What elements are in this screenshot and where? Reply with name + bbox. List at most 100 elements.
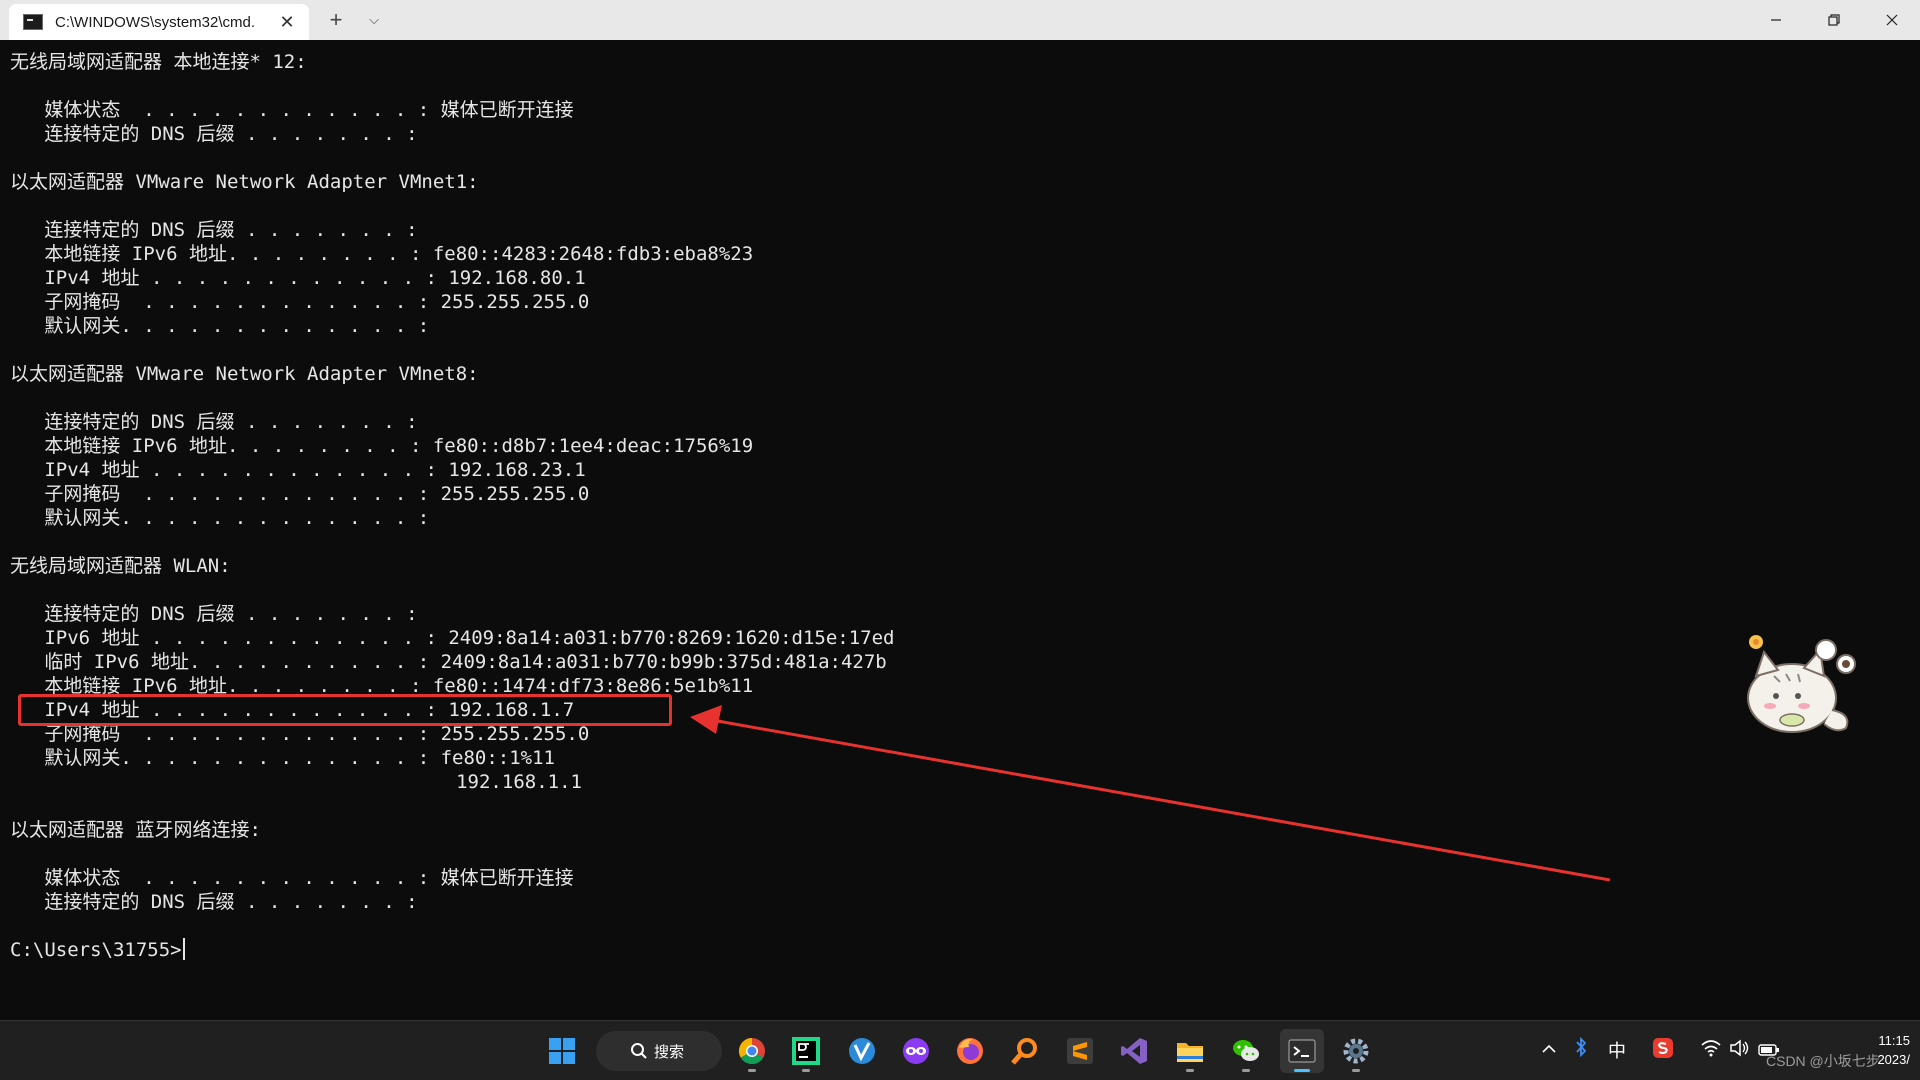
minimize-icon — [1771, 19, 1781, 21]
console-line: 默认网关. . . . . . . . . . . . . : — [10, 507, 430, 529]
start-button[interactable] — [540, 1029, 584, 1073]
text-cursor — [182, 938, 185, 960]
taskbar-app-wechat[interactable] — [1224, 1029, 1268, 1073]
console-line: 临时 IPv6 地址. . . . . . . . . . : 2409:8a1… — [10, 651, 887, 673]
search-icon — [631, 1043, 647, 1059]
console-line: 本地链接 IPv6 地址. . . . . . . . : fe80::4283… — [10, 243, 754, 265]
tray-sogou[interactable] — [1650, 1037, 1676, 1065]
volume-icon — [1730, 1039, 1749, 1057]
console-line: 默认网关. . . . . . . . . . . . . : — [10, 315, 430, 337]
console-line: 以太网适配器 蓝牙网络连接: — [10, 819, 261, 841]
tab-title: C:\WINDOWS\system32\cmd. — [55, 14, 256, 31]
running-indicator — [1242, 1069, 1250, 1072]
wechat-icon — [1233, 1040, 1259, 1061]
minimize-button[interactable] — [1748, 0, 1804, 40]
search-label: 搜索 — [654, 1044, 685, 1061]
console-line: 连接特定的 DNS 后缀 . . . . . . . : — [10, 123, 418, 145]
vscode-alt-icon — [849, 1038, 875, 1064]
console-line: 无线局域网适配器 WLAN: — [10, 555, 231, 577]
taskbar-app-settings[interactable] — [1334, 1029, 1378, 1073]
taskbar-app-visual-studio[interactable] — [1112, 1029, 1156, 1073]
running-indicator — [748, 1069, 756, 1072]
taskbar-search[interactable]: 搜索 — [596, 1031, 722, 1071]
close-button[interactable] — [1864, 0, 1920, 40]
title-bar: C:\WINDOWS\system32\cmd. ✕ + ⌵ — [0, 0, 1920, 40]
console-line: 媒体状态 . . . . . . . . . . . . : 媒体已断开连接 — [10, 99, 574, 121]
cmd-icon — [23, 14, 43, 30]
console-line: 媒体状态 . . . . . . . . . . . . : 媒体已断开连接 — [10, 867, 574, 889]
taskbar-app-sublime[interactable] — [1058, 1029, 1102, 1073]
sogou-ime-icon — [1653, 1038, 1673, 1058]
tray-ime[interactable]: 中 — [1604, 1037, 1630, 1065]
bluetooth-icon — [1576, 1036, 1587, 1058]
console-line: IPv4 地址 . . . . . . . . . . . . : 192.16… — [10, 267, 586, 289]
console-line: 连接特定的 DNS 后缀 . . . . . . . : — [10, 603, 418, 625]
file-explorer-icon — [1177, 1043, 1203, 1062]
everything-search-icon — [1011, 1038, 1037, 1065]
taskbar-app-explorer[interactable] — [1168, 1029, 1212, 1073]
tray-volume[interactable] — [1726, 1037, 1752, 1065]
close-icon — [1886, 14, 1898, 26]
running-indicator — [1294, 1069, 1310, 1072]
running-indicator — [802, 1069, 810, 1072]
taskbar-app-pycharm[interactable] — [784, 1029, 828, 1073]
tray-bluetooth[interactable] — [1570, 1036, 1592, 1065]
taskbar-app-everything[interactable] — [1002, 1029, 1046, 1073]
tab-cmd[interactable]: C:\WINDOWS\system32\cmd. ✕ — [9, 4, 309, 40]
restore-icon — [1828, 14, 1840, 26]
console-prompt: C:\Users\31755> — [10, 939, 182, 961]
console-output[interactable]: 无线局域网适配器 本地连接* 12: 媒体状态 . . . . . . . . … — [0, 40, 1920, 1020]
console-line: IPv4 地址 . . . . . . . . . . . . : 192.16… — [10, 459, 586, 481]
tray-overflow-button[interactable] — [1538, 1037, 1560, 1065]
highlight-box — [18, 694, 672, 726]
chevron-up-icon — [1542, 1044, 1556, 1053]
running-indicator — [1352, 1069, 1360, 1072]
restore-button[interactable] — [1806, 0, 1862, 40]
visual-studio-icon — [1121, 1038, 1147, 1064]
console-line: 192.168.1.1 — [10, 771, 582, 793]
tab-dropdown-button[interactable]: ⌵ — [360, 8, 388, 32]
console-line: 默认网关. . . . . . . . . . . . . : fe80::1%… — [10, 747, 555, 769]
running-indicator — [1186, 1069, 1194, 1072]
taskbar-app-terminal[interactable] — [1280, 1029, 1324, 1073]
console-line: 子网掩码 . . . . . . . . . . . . : 255.255.2… — [10, 291, 590, 313]
console-line: 子网掩码 . . . . . . . . . . . . : 255.255.2… — [10, 483, 590, 505]
firefox-icon — [957, 1038, 983, 1064]
clock-time: 11:15 — [1878, 1033, 1910, 1048]
wifi-icon — [1701, 1040, 1721, 1057]
taskbar-app-firefox[interactable] — [948, 1029, 992, 1073]
cat-sticker — [1747, 635, 1856, 733]
console-line: 以太网适配器 VMware Network Adapter VMnet1: — [10, 171, 479, 193]
terminal-icon — [1288, 1039, 1316, 1063]
taskbar-app-mask[interactable] — [894, 1029, 938, 1073]
taskbar-app-chrome[interactable] — [730, 1029, 774, 1073]
console-line: 连接特定的 DNS 后缀 . . . . . . . : — [10, 891, 418, 913]
pycharm-icon — [792, 1037, 820, 1065]
console-line: 本地链接 IPv6 地址. . . . . . . . : fe80::d8b7… — [10, 435, 754, 457]
sublime-text-icon — [1067, 1038, 1093, 1064]
new-tab-button[interactable]: + — [322, 8, 350, 32]
console-line: IPv6 地址 . . . . . . . . . . . . : 2409:8… — [10, 627, 895, 649]
tray-wifi[interactable] — [1698, 1037, 1724, 1065]
console-prompt-line[interactable]: C:\Users\31755> — [10, 938, 1920, 962]
settings-icon — [1343, 1038, 1369, 1064]
taskbar: 搜索 中 11:15 2023/ CSDN @小坂七步 — [0, 1020, 1920, 1080]
taskbar-app-v[interactable] — [840, 1029, 884, 1073]
console-line: 以太网适配器 VMware Network Adapter VMnet8: — [10, 363, 479, 385]
start-icon — [549, 1038, 575, 1064]
tab-close-button[interactable]: ✕ — [277, 12, 297, 32]
console-line: 连接特定的 DNS 后缀 . . . . . . . : — [10, 219, 418, 241]
chrome-icon — [738, 1037, 765, 1065]
csdn-watermark: CSDN @小坂七步 — [1766, 1053, 1880, 1069]
console-line: 无线局域网适配器 本地连接* 12: — [10, 51, 307, 73]
